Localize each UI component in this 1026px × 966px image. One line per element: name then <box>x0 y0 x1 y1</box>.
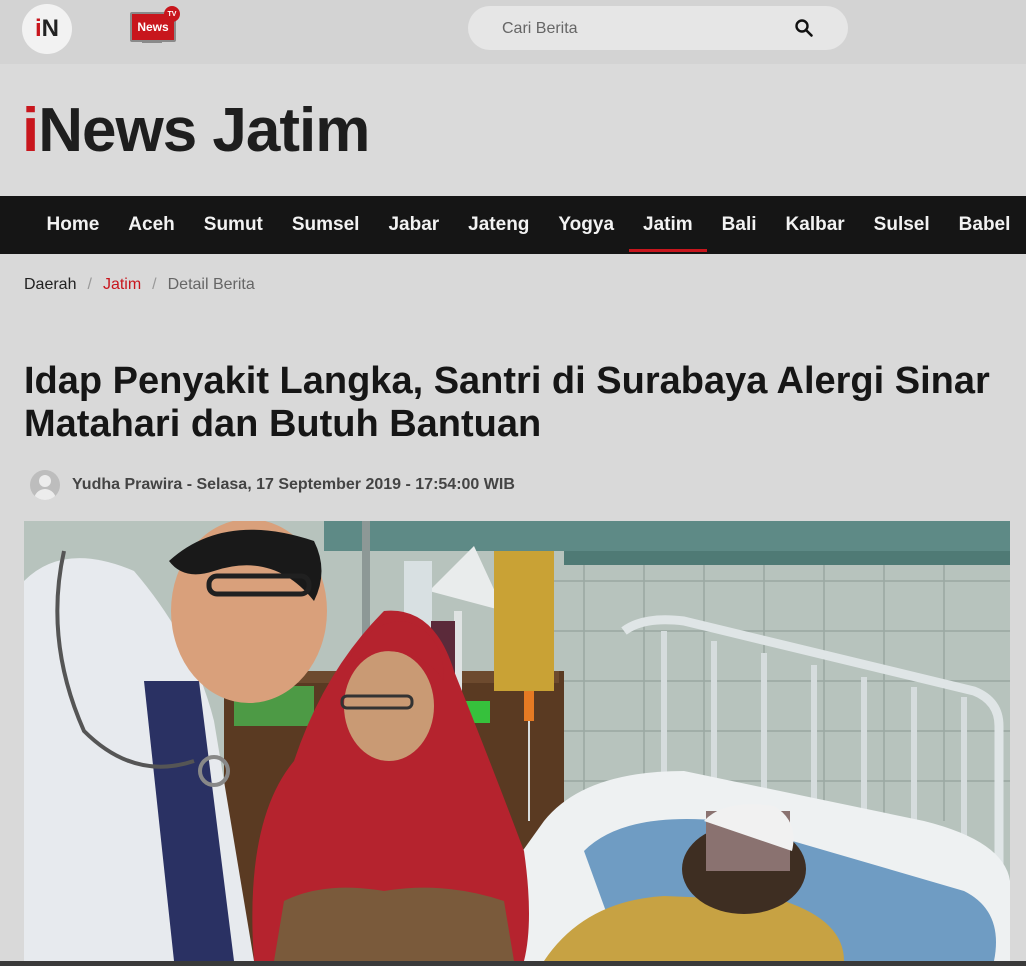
article-photo[interactable] <box>24 521 1010 961</box>
search-box <box>468 6 848 50</box>
nav-item-aceh[interactable]: Aceh <box>114 196 189 254</box>
article-byline: Yudha Prawira - Selasa, 17 September 201… <box>30 468 515 502</box>
breadcrumb-jatim[interactable]: Jatim <box>103 276 141 294</box>
nav-item-sulsel[interactable]: Sulsel <box>859 196 944 254</box>
tv-badge: TV <box>164 6 180 22</box>
nav-item-jateng[interactable]: Jateng <box>454 196 544 254</box>
page-bottom-strip <box>0 961 1026 966</box>
byline-text: Yudha Prawira - Selasa, 17 September 201… <box>72 476 515 493</box>
nav-item-jatim[interactable]: Jatim <box>628 196 708 254</box>
logo-letter-i: i <box>34 15 42 42</box>
site-title[interactable]: iNews Jatim <box>22 96 370 166</box>
nav-item-jabar[interactable]: Jabar <box>374 196 454 254</box>
inews-logo[interactable]: iN <box>22 4 72 54</box>
breadcrumb-current: Detail Berita <box>167 276 255 293</box>
search-icon[interactable] <box>794 18 814 38</box>
nav-item-home[interactable]: Home <box>32 196 114 254</box>
nav-item-babel[interactable]: Babel <box>944 196 1025 254</box>
nav-item-sumut[interactable]: Sumut <box>189 196 277 254</box>
nav-item-kalbar[interactable]: Kalbar <box>771 196 859 254</box>
nav-item-bali[interactable]: Bali <box>707 196 771 254</box>
top-bar: iN News TV <box>0 0 1026 64</box>
breadcrumb: Daerah / Jatim / Detail Berita <box>24 276 255 294</box>
nav-item-sumsel[interactable]: Sumsel <box>277 196 374 254</box>
breadcrumb-separator: / <box>152 276 157 293</box>
article-photo-illustration <box>24 521 1010 961</box>
tv-stand <box>142 40 162 43</box>
brand-header: iNews Jatim <box>0 64 1026 196</box>
nav-list: Home Aceh Sumut Sumsel Jabar Jateng Yogy… <box>32 196 1025 254</box>
breadcrumb-separator: / <box>87 276 92 293</box>
search-input[interactable] <box>500 16 784 42</box>
site-title-rest: News Jatim <box>38 96 370 165</box>
article-headline: Idap Penyakit Langka, Santri di Surabaya… <box>24 360 990 445</box>
main-nav: Home Aceh Sumut Sumsel Jabar Jateng Yogy… <box>0 196 1026 254</box>
breadcrumb-daerah[interactable]: Daerah <box>24 276 76 294</box>
nav-item-yogya[interactable]: Yogya <box>544 196 629 254</box>
newstv-label: News <box>137 20 169 34</box>
user-avatar-icon <box>30 470 60 500</box>
logo-letter-n: N <box>41 15 59 42</box>
inews-tv-link[interactable]: News TV <box>128 6 180 48</box>
site-title-i: i <box>22 96 39 165</box>
